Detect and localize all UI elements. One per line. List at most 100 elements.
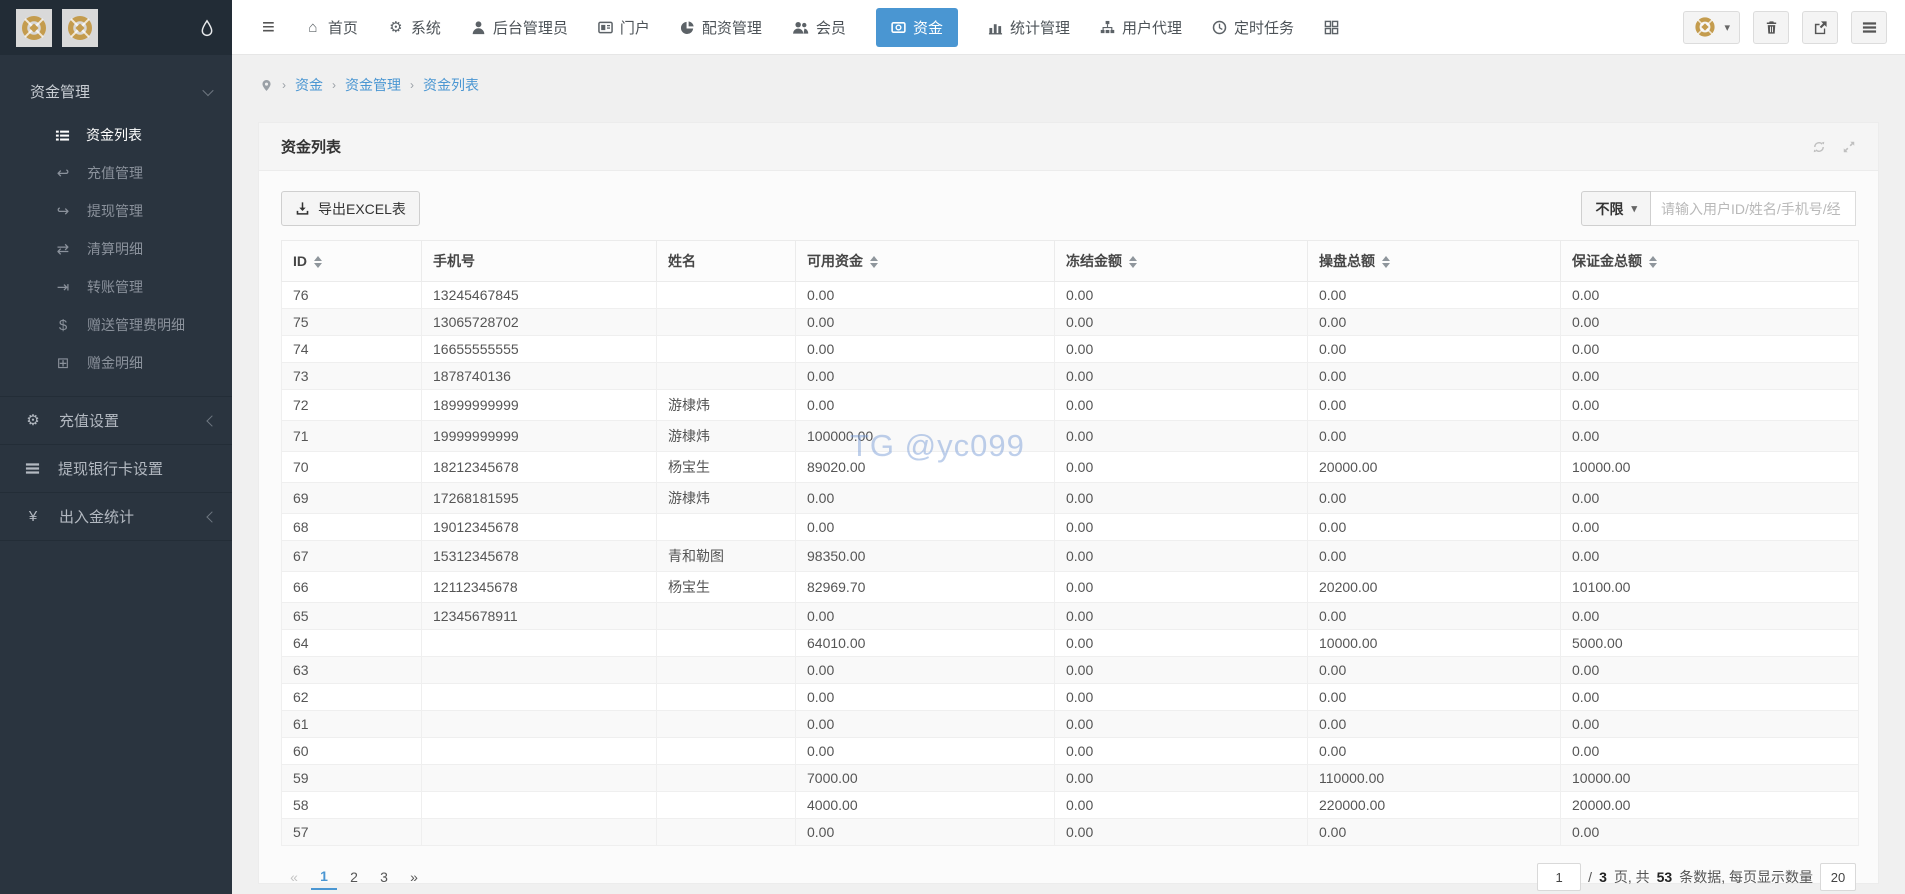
nav-item-home[interactable]: ⌂ 首页	[305, 17, 358, 38]
refresh-icon[interactable]	[1812, 140, 1826, 154]
table-row[interactable]: 68 19012345678 0.00 0.00 0.00 0.00	[282, 514, 1859, 541]
cell-available-funds: 0.00	[796, 336, 1055, 363]
cell-phone	[422, 711, 657, 738]
column-header-frozen-amount[interactable]: 冻结金额	[1055, 241, 1308, 282]
sidebar-item-label: 赠送管理费明细	[87, 315, 185, 335]
column-header-available-funds[interactable]: 可用资金	[796, 241, 1055, 282]
sidebar-item-transfer-mgmt[interactable]: ⇥ 转账管理	[0, 268, 232, 306]
table-row[interactable]: 76 13245467845 0.00 0.00 0.00 0.00	[282, 282, 1859, 309]
cell-margin-total: 0.00	[1561, 336, 1859, 363]
table-row[interactable]: 66 12112345678 杨宝生 82969.70 0.00 20200.0…	[282, 572, 1859, 603]
cell-id: 63	[282, 657, 422, 684]
table-row[interactable]: 65 12345678911 0.00 0.00 0.00 0.00	[282, 603, 1859, 630]
export-excel-button[interactable]: 导出EXCEL表	[281, 191, 420, 226]
pager-next[interactable]: »	[401, 865, 427, 889]
table-row[interactable]: 71 19999999999 游棣炜 100000.00 0.00 0.00 0…	[282, 421, 1859, 452]
cell-name	[657, 819, 796, 846]
nav-item-scheduled-tasks[interactable]: 定时任务	[1212, 17, 1294, 38]
table-row[interactable]: 62 0.00 0.00 0.00 0.00	[282, 684, 1859, 711]
sidebar-item-funds-list[interactable]: 资金列表	[0, 116, 232, 154]
table-row[interactable]: 63 0.00 0.00 0.00 0.00	[282, 657, 1859, 684]
sidebar-section-funds[interactable]: 资金管理	[0, 55, 232, 116]
sidebar-item-label: 提现管理	[87, 201, 143, 221]
page-number-input[interactable]	[1537, 863, 1581, 891]
nav-item-members[interactable]: 会员	[792, 17, 846, 38]
column-header-margin-total[interactable]: 保证金总额	[1561, 241, 1859, 282]
nav-item-funds[interactable]: 资金	[876, 8, 958, 47]
table-row[interactable]: 61 0.00 0.00 0.00 0.00	[282, 711, 1859, 738]
table-row[interactable]: 75 13065728702 0.00 0.00 0.00 0.00	[282, 309, 1859, 336]
expand-icon[interactable]	[1842, 140, 1856, 154]
sidebar-section-inout-stats[interactable]: ¥ 出入金统计	[0, 493, 232, 541]
search-input[interactable]	[1651, 191, 1856, 226]
pager-page-1[interactable]: 1	[311, 864, 337, 890]
nav-item-admins[interactable]: 后台管理员	[471, 17, 568, 38]
cell-phone: 12345678911	[422, 603, 657, 630]
table-row[interactable]: 74 16655555555 0.00 0.00 0.00 0.00	[282, 336, 1859, 363]
external-link-icon	[1813, 20, 1828, 35]
nav-item-system[interactable]: ⚙ 系统	[388, 17, 441, 38]
table-row[interactable]: 67 15312345678 青和勒图 98350.00 0.00 0.00 0…	[282, 541, 1859, 572]
cell-margin-total: 0.00	[1561, 390, 1859, 421]
users-icon	[792, 20, 809, 35]
page-info: / 3 页, 共 53 条数据, 每页显示数量	[1537, 863, 1856, 891]
column-header-trading-total[interactable]: 操盘总额	[1308, 241, 1561, 282]
table-row[interactable]: 64 64010.00 0.00 10000.00 5000.00	[282, 630, 1859, 657]
nav-item-user-agents[interactable]: 用户代理	[1100, 17, 1182, 38]
pager-page-3[interactable]: 3	[371, 865, 397, 889]
sidebar-item-gift-fee-detail[interactable]: $ 赠送管理费明细	[0, 306, 232, 344]
cell-available-funds: 0.00	[796, 483, 1055, 514]
sidebar-item-recharge-mgmt[interactable]: ↩ 充值管理	[0, 154, 232, 192]
cell-phone	[422, 738, 657, 765]
sidebar-item-withdraw-mgmt[interactable]: ↪ 提现管理	[0, 192, 232, 230]
filter-dropdown-button[interactable]: 不限 ▾	[1581, 191, 1651, 226]
breadcrumb-link-funds-mgmt[interactable]: 资金管理	[345, 75, 401, 95]
cell-available-funds: 0.00	[796, 309, 1055, 336]
cell-id: 75	[282, 309, 422, 336]
cell-trading-total: 0.00	[1308, 390, 1561, 421]
sort-icon[interactable]	[1129, 256, 1137, 268]
sidebar-section-withdraw-bankcard-settings[interactable]: 提现银行卡设置	[0, 445, 232, 493]
breadcrumb-link-funds-list[interactable]: 资金列表	[423, 75, 479, 95]
table-row[interactable]: 58 4000.00 0.00 220000.00 20000.00	[282, 792, 1859, 819]
page-size-input[interactable]	[1820, 863, 1856, 891]
table-row[interactable]: 60 0.00 0.00 0.00 0.00	[282, 738, 1859, 765]
chevron-left-icon	[206, 511, 217, 522]
pager: « 1 2 3 »	[281, 864, 427, 890]
table-row[interactable]: 70 18212345678 杨宝生 89020.00 0.00 20000.0…	[282, 452, 1859, 483]
cell-margin-total: 10100.00	[1561, 572, 1859, 603]
nav-item-label: 会员	[816, 17, 846, 38]
sidebar-item-settlement-detail[interactable]: ⇄ 清算明细	[0, 230, 232, 268]
nav-item-allocation[interactable]: 配资管理	[680, 17, 762, 38]
cell-phone	[422, 684, 657, 711]
table-row[interactable]: 57 0.00 0.00 0.00 0.00	[282, 819, 1859, 846]
cell-phone: 17268181595	[422, 483, 657, 514]
cell-available-funds: 89020.00	[796, 452, 1055, 483]
sidebar-section-recharge-settings[interactable]: ⚙ 充值设置	[0, 397, 232, 445]
cell-margin-total: 0.00	[1561, 657, 1859, 684]
table-row[interactable]: 72 18999999999 游棣炜 0.00 0.00 0.00 0.00	[282, 390, 1859, 421]
list-menu-button[interactable]	[1851, 11, 1887, 44]
sidebar-section-label: 出入金统计	[59, 506, 134, 527]
external-link-button[interactable]	[1802, 11, 1838, 44]
table-row[interactable]: 73 1878740136 0.00 0.00 0.00 0.00	[282, 363, 1859, 390]
cell-trading-total: 0.00	[1308, 514, 1561, 541]
nav-item-statistics[interactable]: 统计管理	[988, 17, 1070, 38]
breadcrumb-link-funds[interactable]: 资金	[295, 75, 323, 95]
table-row[interactable]: 59 7000.00 0.00 110000.00 10000.00	[282, 765, 1859, 792]
nav-item-portal[interactable]: 门户	[598, 17, 650, 38]
sort-icon[interactable]	[1649, 256, 1657, 268]
hamburger-icon[interactable]: ≡	[262, 16, 275, 38]
table-row[interactable]: 69 17268181595 游棣炜 0.00 0.00 0.00 0.00	[282, 483, 1859, 514]
sort-icon[interactable]	[314, 256, 322, 268]
avatar-dropdown-button[interactable]: ▾	[1683, 11, 1740, 44]
pager-page-2[interactable]: 2	[341, 865, 367, 889]
nav-item-label: 首页	[328, 17, 358, 38]
pager-prev[interactable]: «	[281, 865, 307, 889]
grid-menu-icon[interactable]	[1324, 20, 1339, 35]
sort-icon[interactable]	[870, 256, 878, 268]
trash-button[interactable]	[1753, 11, 1789, 44]
column-header-id[interactable]: ID	[282, 241, 422, 282]
sidebar-item-bonus-detail[interactable]: ⊞ 赠金明细	[0, 344, 232, 382]
sort-icon[interactable]	[1382, 256, 1390, 268]
